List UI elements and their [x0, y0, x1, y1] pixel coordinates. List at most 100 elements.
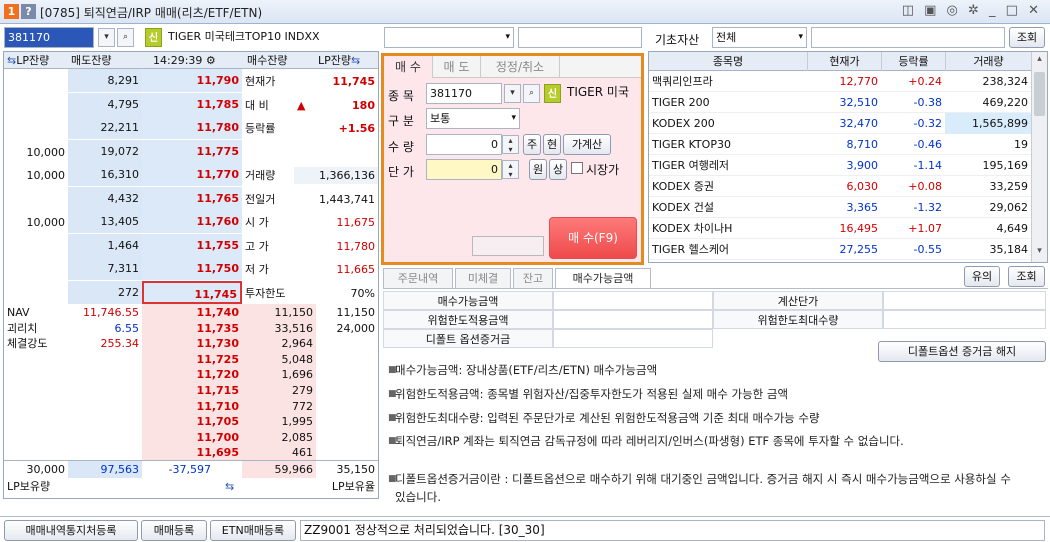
sell-price[interactable]: 11,780 [142, 116, 242, 139]
buy-price[interactable]: 11,695 [142, 444, 242, 462]
buy-row[interactable]: 11,700 2,085 [4, 428, 378, 446]
stock-row[interactable]: TIGER KTOP30 8,710 -0.46 19 [649, 134, 1031, 155]
col-volume[interactable]: 거래량 [945, 52, 1031, 71]
stock-row[interactable]: TIGER 헬스케어 27,255 -0.55 35,184 [649, 239, 1031, 260]
chevron-down-icon[interactable]: ▾ [1033, 246, 1046, 256]
buy-row[interactable]: 11,725 5,048 [4, 350, 378, 368]
search-icon[interactable]: ⌕ [117, 28, 134, 47]
sell-price[interactable]: 11,760 [142, 210, 242, 233]
buy-price[interactable]: 11,705 [142, 413, 242, 431]
sell-row[interactable]: 4,432 11,765 전일거 1,443,741 [4, 186, 378, 210]
qty-current-button[interactable]: 현 [543, 134, 561, 155]
buy-price[interactable]: 11,700 [142, 428, 242, 446]
price-won-button[interactable]: 원 [529, 159, 547, 180]
buy-price[interactable]: 11,730 [142, 335, 242, 353]
qty-share-button[interactable]: 주 [523, 134, 541, 155]
sell-price[interactable]: 11,750 [142, 257, 242, 280]
col-price[interactable]: 현재가 [807, 52, 881, 71]
code-input[interactable]: 381170 [4, 27, 94, 48]
stock-row[interactable]: KODEX 증권 6,030 +0.08 33,259 [649, 176, 1031, 197]
help-icon[interactable]: ? [21, 4, 36, 19]
tab-modify-cancel[interactable]: 정정/취소 [480, 56, 560, 78]
price-upper-button[interactable]: 상 [549, 159, 567, 180]
price-input[interactable]: 0 [426, 159, 502, 180]
sell-row[interactable]: 7,311 11,750 저 가 11,665 [4, 257, 378, 280]
buy-row[interactable]: 11,710 772 [4, 397, 378, 415]
sell-price[interactable]: 11,775 [142, 139, 242, 163]
tab-buyable-amount[interactable]: 매수가능금액 [555, 268, 651, 289]
release-margin-button[interactable]: 디폴트옵션 증거금 해지 [878, 341, 1046, 362]
buy-button[interactable]: 매 수(F9) [549, 217, 637, 259]
chevron-down-icon[interactable]: ▾ [504, 84, 521, 103]
sell-price[interactable]: 11,790 [142, 69, 242, 92]
sell-row[interactable]: 22,211 11,780 등락률 +1.56 [4, 116, 378, 139]
qty-stepper[interactable]: ▴ ▾ [502, 135, 519, 154]
sell-row[interactable]: 10,000 13,405 11,760 시 가 11,675 [4, 210, 378, 233]
buy-price[interactable]: 11,725 [142, 350, 242, 368]
chevron-down-icon[interactable]: ▾ [98, 28, 115, 47]
base-asset-input[interactable] [811, 27, 1005, 48]
tab-sell[interactable]: 매 도 [432, 56, 480, 78]
col-name[interactable]: 종목명 [649, 52, 807, 71]
sell-price[interactable]: 11,785 [142, 92, 242, 116]
order-code-input[interactable]: 381170 [426, 83, 502, 104]
buy-price[interactable]: 11,710 [142, 397, 242, 415]
sell-row[interactable]: 4,795 11,785 대 비 ▲ 180 [4, 92, 378, 116]
tab-order-history[interactable]: 주문내역 [383, 268, 453, 288]
buy-row[interactable]: 체결강도 255.34 11,730 2,964 [4, 335, 378, 353]
etn-trade-register-button[interactable]: ETN매매등록 [210, 520, 296, 541]
buy-price[interactable]: 11,720 [142, 366, 242, 384]
scrollbar-thumb[interactable] [1034, 72, 1045, 116]
stock-row[interactable]: KODEX 건설 3,365 -1.32 29,062 [649, 197, 1031, 218]
filter-input[interactable] [518, 27, 642, 48]
sell-row[interactable]: 8,291 11,790 현재가 11,745 [4, 69, 378, 92]
gear-icon[interactable]: ⚙ [206, 54, 216, 67]
bottom-query-button[interactable]: 조회 [1008, 266, 1045, 287]
swap-icon[interactable]: ⇆ [351, 54, 360, 67]
notice-button[interactable]: 유의 [964, 266, 1000, 287]
tab-unfilled[interactable]: 미체결 [455, 268, 511, 288]
sell-row[interactable]: 10,000 16,310 11,770 거래량 1,366,136 [4, 163, 378, 186]
stock-row[interactable]: TIGER 여행레저 3,900 -1.14 195,169 [649, 155, 1031, 176]
buy-row[interactable]: 11,695 461 [4, 444, 378, 462]
qty-input[interactable]: 0 [426, 134, 502, 155]
sell-price[interactable]: 11,770 [142, 163, 242, 186]
trade-register-button[interactable]: 매매등록 [141, 520, 207, 541]
base-asset-select[interactable]: 전체 ▾ [712, 27, 807, 48]
buy-row[interactable]: NAV 11,746.55 11,740 11,150 11,150 [4, 304, 378, 321]
tab-balance[interactable]: 잔고 [513, 268, 553, 288]
buy-row[interactable]: 괴리치 6.55 11,735 33,516 24,000 [4, 319, 378, 337]
buy-row[interactable]: 11,715 279 [4, 382, 378, 399]
window-controls[interactable]: ◫ ▣ ◎ ✲ _ □ ✕ [902, 3, 1042, 18]
filter-select[interactable]: ▾ [384, 27, 514, 48]
stock-row[interactable]: TIGER 200 32,510 -0.38 469,220 [649, 92, 1031, 113]
sell-row[interactable]: 272 11,745 투자한도 70% [4, 280, 378, 304]
sell-price[interactable]: 11,745 [142, 280, 242, 304]
chevron-up-icon[interactable]: ▴ [1033, 54, 1046, 64]
sell-price[interactable]: 11,755 [142, 233, 242, 257]
tab-buy[interactable]: 매 수 [384, 56, 432, 78]
order-type-select[interactable]: 보통 ▾ [426, 108, 520, 129]
price-stepper[interactable]: ▴ ▾ [502, 160, 519, 179]
sell-row[interactable]: 1,464 11,755 고 가 11,780 [4, 233, 378, 257]
stock-row[interactable]: KODEX 차이나H 16,495 +1.07 4,649 [649, 218, 1031, 239]
sell-row[interactable]: 10,000 19,072 11,775 [4, 139, 378, 163]
buy-price[interactable]: 11,740 [142, 304, 242, 321]
buy-price[interactable]: 11,715 [142, 382, 242, 399]
buy-row[interactable]: 11,705 1,995 [4, 413, 378, 431]
scrollbar[interactable]: ▴ ▾ [1031, 52, 1047, 262]
buy-row[interactable]: 11,720 1,696 [4, 366, 378, 384]
stock-row[interactable]: KODEX 200 32,470 -0.32 1,565,899 [649, 113, 1031, 134]
search-icon[interactable]: ⌕ [523, 84, 540, 103]
trade-notify-register-button[interactable]: 매매내역통지처등록 [4, 520, 138, 541]
stock-row[interactable]: 맥쿼리인프라 12,770 +0.24 238,324 [649, 71, 1031, 92]
market-price-checkbox[interactable] [571, 162, 583, 174]
col-rate[interactable]: 등락률 [881, 52, 945, 71]
sell-price[interactable]: 11,765 [142, 186, 242, 210]
query-button[interactable]: 조회 [1009, 27, 1045, 48]
swap-icon[interactable]: ⇆ [7, 54, 16, 67]
window-number-badge: 1 [4, 4, 19, 19]
swap-icon[interactable]: ⇆ [222, 478, 242, 495]
calc-button[interactable]: 가계산 [563, 134, 611, 155]
buy-price[interactable]: 11,735 [142, 319, 242, 337]
